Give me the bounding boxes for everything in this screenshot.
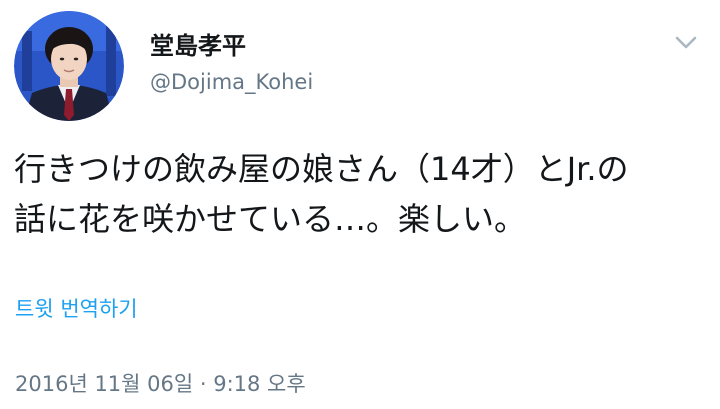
tweet-text: 行きつけの飲み屋の娘さん（14才）とJr.の 話に花を咲かせている…。楽しい。 [14, 150, 629, 238]
chevron-down-icon[interactable] [670, 26, 702, 58]
profile-photo-icon [14, 11, 124, 121]
tweet-timestamp[interactable]: 2016년 11월 06일 · 9:18 오후 [15, 369, 306, 399]
avatar[interactable] [14, 11, 124, 121]
display-name[interactable]: 堂島孝平 [150, 30, 246, 62]
translate-tweet-link[interactable]: 트윗 번역하기 [15, 294, 138, 324]
user-handle[interactable]: @Dojima_Kohei [150, 68, 313, 96]
tweet-card: 堂島孝平 @Dojima_Kohei 行きつけの飲み屋の娘さん（14才）とJr.… [0, 0, 720, 409]
